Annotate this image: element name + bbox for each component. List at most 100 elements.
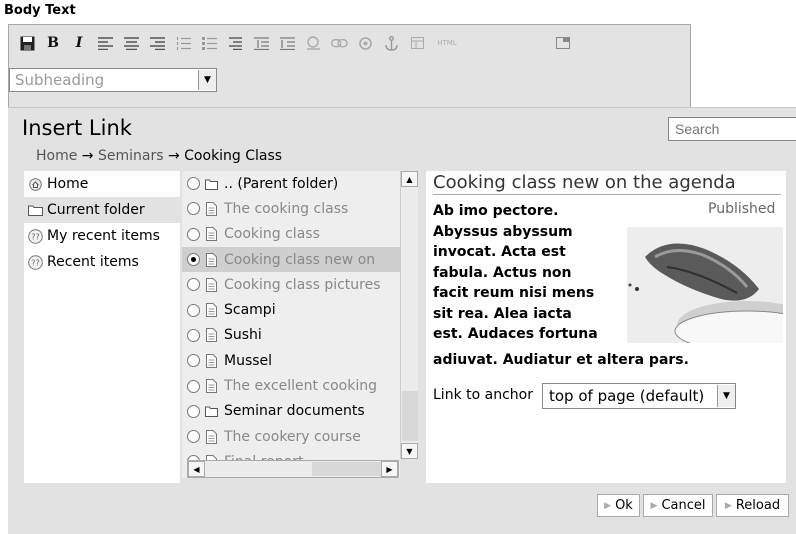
radio-button[interactable] <box>187 303 200 317</box>
align-center-icon[interactable] <box>118 32 144 54</box>
document-icon <box>206 353 217 368</box>
list-item[interactable]: The cooking class <box>182 196 400 221</box>
breadcrumb-seminars[interactable]: Seminars <box>98 148 164 164</box>
sidebar-item-current-folder[interactable]: Current folder <box>24 197 180 223</box>
image-icon[interactable] <box>300 32 326 54</box>
reload-button[interactable]: ▶ Reload <box>716 494 789 517</box>
list-item-label: The cooking class <box>224 200 349 217</box>
cancel-button[interactable]: ▶ Cancel <box>643 494 713 517</box>
html-source-icon[interactable]: HTML <box>430 32 464 54</box>
chevron-down-icon[interactable]: ▼ <box>198 70 216 90</box>
sidebar-item-recent[interactable]: ?? Recent items <box>24 249 180 275</box>
document-icon <box>206 277 217 292</box>
anchor-select[interactable]: top of page (default) ▼ <box>542 383 736 409</box>
radio-button[interactable] <box>187 354 200 368</box>
list-item-label: Sushi <box>224 327 262 344</box>
preview-line: adiuvat. Audiatur et altera pars. <box>433 352 689 368</box>
scroll-left-icon[interactable]: ◀ <box>188 461 205 477</box>
list-item[interactable]: Mussel <box>182 348 400 373</box>
field-label: Body Text <box>4 3 76 18</box>
scrollbar-thumb[interactable] <box>312 462 382 476</box>
sidebar-item-my-recent[interactable]: ?? My recent items <box>24 223 180 249</box>
preview-title: Cooking class new on the agenda <box>433 172 781 195</box>
chevron-down-icon[interactable]: ▼ <box>717 385 735 407</box>
preview-line: Abyssus abyssum <box>433 223 573 240</box>
preview-line: Ab imo pectore. <box>433 203 559 219</box>
document-icon <box>206 227 217 242</box>
arrow-icon: ▶ <box>604 500 612 511</box>
scroll-down-icon[interactable]: ▼ <box>401 443 418 459</box>
list-item-label: Cooking class pictures <box>224 276 381 293</box>
list-item[interactable]: Sushi <box>182 323 400 348</box>
list-item[interactable]: The excellent cooking <box>182 373 400 398</box>
document-icon <box>206 328 217 343</box>
save-icon[interactable] <box>14 32 40 54</box>
radio-button[interactable] <box>187 404 200 418</box>
sidebar-item-label: Home <box>47 176 89 192</box>
radio-button[interactable] <box>187 379 200 393</box>
radio-button[interactable] <box>187 328 200 342</box>
bold-icon[interactable]: B <box>40 32 66 54</box>
sidebar-item-home[interactable]: Home <box>24 171 180 197</box>
indent-icon[interactable] <box>248 32 274 54</box>
list-item-label: Cooking class new on <box>224 251 376 268</box>
recent-icon: ?? <box>27 254 43 270</box>
search-input[interactable] <box>668 117 796 141</box>
sidebar: Home Current folder ?? My recent items ?… <box>24 171 180 483</box>
svg-text:??: ?? <box>31 258 40 267</box>
breadcrumb: Home → Seminars → Cooking Class <box>36 148 282 164</box>
table-icon[interactable] <box>404 32 430 54</box>
radio-button[interactable] <box>187 278 200 292</box>
italic-icon[interactable]: I <box>66 32 92 54</box>
dialog-title: Insert Link <box>22 116 132 140</box>
recent-icon: ?? <box>27 228 43 244</box>
radio-button[interactable] <box>187 227 200 241</box>
radio-button[interactable] <box>187 177 200 191</box>
editor-toolbar: B I HTML <box>14 31 576 55</box>
radio-button[interactable] <box>187 430 200 444</box>
list-item[interactable]: .. (Parent folder) <box>182 171 400 196</box>
list-item[interactable]: Cooking class new on <box>182 246 400 273</box>
style-select[interactable]: Subheading ▼ <box>9 68 217 92</box>
svg-text:??: ?? <box>31 232 40 241</box>
item-list: .. (Parent folder) The cooking class Cooki… <box>182 171 400 478</box>
reload-label: Reload <box>735 498 781 513</box>
breadcrumb-separator: → <box>81 148 94 164</box>
list-item[interactable]: Seminar documents <box>182 399 400 424</box>
preview-body: Ab imo pectore. Abyssus abyssum invocat.… <box>433 201 608 345</box>
list-item-label: The cookery course <box>224 428 361 445</box>
list-item[interactable]: Cooking class pictures <box>182 272 400 297</box>
outdent-icon[interactable] <box>274 32 300 54</box>
list-item-label: Scampi <box>224 302 276 319</box>
list-item[interactable]: Cooking class <box>182 222 400 247</box>
fullscreen-icon[interactable] <box>550 32 576 54</box>
anchor-select-value: top of page (default) <box>549 387 705 405</box>
radio-button[interactable] <box>187 253 200 267</box>
radio-button[interactable] <box>187 202 200 216</box>
numbered-list-icon[interactable] <box>170 32 196 54</box>
ok-label: Ok <box>615 498 633 513</box>
align-left-icon[interactable] <box>92 32 118 54</box>
preview-line: sit rea. Alea iacta <box>433 305 572 322</box>
external-link-icon[interactable] <box>352 32 378 54</box>
arrow-icon: ▶ <box>650 500 658 511</box>
scrollbar-thumb[interactable] <box>402 391 418 441</box>
bullet-list-icon[interactable] <box>196 32 222 54</box>
breadcrumb-home[interactable]: Home <box>36 148 77 164</box>
ok-button[interactable]: ▶ Ok <box>597 494 640 517</box>
definition-list-icon[interactable] <box>222 32 248 54</box>
align-right-icon[interactable] <box>144 32 170 54</box>
folder-icon <box>205 406 218 418</box>
style-select-value: Subheading <box>15 71 105 89</box>
document-icon <box>206 429 217 444</box>
list-item[interactable]: Scampi <box>182 297 400 322</box>
anchor-icon[interactable] <box>378 32 404 54</box>
list-item[interactable]: The cookery course <box>182 424 400 449</box>
link-icon[interactable] <box>326 32 352 54</box>
anchor-label: Link to anchor <box>433 387 533 403</box>
horizontal-scrollbar[interactable]: ◀ ▶ <box>187 460 399 478</box>
scroll-right-icon[interactable]: ▶ <box>381 461 398 477</box>
document-icon <box>206 379 217 394</box>
scroll-up-icon[interactable]: ▲ <box>401 171 418 187</box>
vertical-scrollbar[interactable]: ▲ ▼ <box>400 171 418 459</box>
